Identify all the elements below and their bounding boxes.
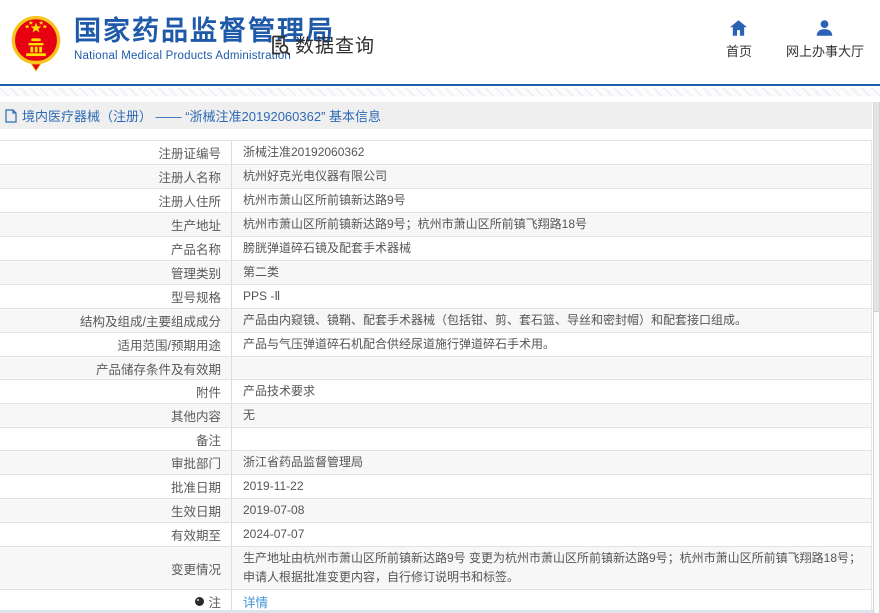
- data-query-label: 数据查询: [295, 31, 375, 58]
- page: 国家药品监督管理局 National Medical Products Admi…: [0, 0, 880, 613]
- row-label: 注册人名称: [0, 165, 232, 188]
- table-row: 适用范围/预期用途 产品与气压弹道碎石机配合供经尿道施行弹道碎石手术用。: [0, 333, 871, 357]
- row-label: 注: [0, 590, 232, 612]
- vertical-scrollbar[interactable]: [873, 102, 880, 613]
- row-value: 无: [232, 404, 871, 427]
- top-nav: 首页 网上办事大厅: [726, 20, 864, 60]
- row-value: 2019-11-22: [232, 475, 871, 498]
- table-row: 产品储存条件及有效期: [0, 357, 871, 380]
- person-icon: [816, 20, 833, 36]
- table-row: 管理类别 第二类: [0, 261, 871, 285]
- header-hatch-divider: [0, 88, 880, 96]
- registration-info-table: 注册证编号 浙械注准20192060362 注册人名称 杭州好克光电仪器有限公司…: [0, 140, 872, 613]
- document-search-icon: [268, 33, 292, 57]
- table-row: 变更情况 生产地址由杭州市萧山区所前镇新达路9号 变更为杭州市萧山区所前镇新达路…: [0, 547, 871, 590]
- table-row: 生产地址 杭州市萧山区所前镇新达路9号；杭州市萧山区所前镇飞翔路18号: [0, 213, 871, 237]
- table-row: 附件 产品技术要求: [0, 380, 871, 404]
- row-value: 产品由内窥镜、镜鞘、配套手术器械（包括钳、剪、套石篮、导丝和密封帽）和配套接口组…: [232, 309, 871, 332]
- table-row: 型号规格 PPS -Ⅱ: [0, 285, 871, 309]
- table-row: 备注: [0, 428, 871, 451]
- note-dot-icon: [195, 597, 204, 606]
- row-value: 杭州市萧山区所前镇新达路9号: [232, 189, 871, 212]
- table-row: 批准日期 2019-11-22: [0, 475, 871, 499]
- row-label: 其他内容: [0, 404, 232, 427]
- page-icon: [5, 109, 17, 123]
- nav-item-service-hall[interactable]: 网上办事大厅: [786, 20, 864, 60]
- row-label: 批准日期: [0, 475, 232, 498]
- row-value: 杭州市萧山区所前镇新达路9号；杭州市萧山区所前镇飞翔路18号: [232, 213, 871, 236]
- home-icon: [730, 20, 747, 36]
- row-value: 膀胱弹道碎石镜及配套手术器械: [232, 237, 871, 260]
- row-value: 第二类: [232, 261, 871, 284]
- table-row: 注册人名称 杭州好克光电仪器有限公司: [0, 165, 871, 189]
- row-value: 产品技术要求: [232, 380, 871, 403]
- row-value: PPS -Ⅱ: [232, 285, 871, 308]
- table-row: 有效期至 2024-07-07: [0, 523, 871, 547]
- table-row: 产品名称 膀胱弹道碎石镜及配套手术器械: [0, 237, 871, 261]
- table-row: 审批部门 浙江省药品监督管理局: [0, 451, 871, 475]
- detail-link[interactable]: 详情: [243, 592, 268, 611]
- row-label: 备注: [0, 428, 232, 450]
- nmpa-emblem-logo: [8, 14, 64, 72]
- table-row: 其他内容 无: [0, 404, 871, 428]
- row-label: 产品储存条件及有效期: [0, 357, 232, 379]
- nav-item-label: 网上办事大厅: [786, 41, 864, 60]
- row-label: 附件: [0, 380, 232, 403]
- row-value: 浙械注准20192060362: [232, 141, 871, 164]
- table-row: 结构及组成/主要组成成分 产品由内窥镜、镜鞘、配套手术器械（包括钳、剪、套石篮、…: [0, 309, 871, 333]
- row-label: 产品名称: [0, 237, 232, 260]
- row-label: 生效日期: [0, 499, 232, 522]
- row-label: 生产地址: [0, 213, 232, 236]
- row-label: 变更情况: [0, 547, 232, 589]
- row-value: 详情: [232, 590, 871, 612]
- row-label: 审批部门: [0, 451, 232, 474]
- table-row: 生效日期 2019-07-08: [0, 499, 871, 523]
- breadcrumb: 境内医疗器械（注册） —— “浙械注准20192060362” 基本信息: [0, 102, 872, 129]
- nav-item-label: 首页: [726, 41, 752, 60]
- row-value: 产品与气压弹道碎石机配合供经尿道施行弹道碎石手术用。: [232, 333, 871, 356]
- row-value: 2019-07-08: [232, 499, 871, 522]
- row-value: 浙江省药品监督管理局: [232, 451, 871, 474]
- row-label: 型号规格: [0, 285, 232, 308]
- scrollbar-thumb[interactable]: [874, 102, 879, 312]
- row-label: 管理类别: [0, 261, 232, 284]
- row-label: 注册证编号: [0, 141, 232, 164]
- row-label: 适用范围/预期用途: [0, 333, 232, 356]
- table-row: 注册人住所 杭州市萧山区所前镇新达路9号: [0, 189, 871, 213]
- row-value: 杭州好克光电仪器有限公司: [232, 165, 871, 188]
- national-emblem-icon: [8, 14, 64, 72]
- row-label: 有效期至: [0, 523, 232, 546]
- nav-item-home[interactable]: 首页: [726, 20, 752, 60]
- site-header: 国家药品监督管理局 National Medical Products Admi…: [0, 0, 880, 86]
- row-value: 2024-07-07: [232, 523, 871, 546]
- row-label: 结构及组成/主要组成成分: [0, 309, 232, 332]
- breadcrumb-text: 境内医疗器械（注册） —— “浙械注准20192060362” 基本信息: [22, 106, 381, 125]
- data-query-title[interactable]: 数据查询: [268, 31, 375, 58]
- row-value: [232, 428, 871, 450]
- row-value: [232, 357, 871, 379]
- row-value: 生产地址由杭州市萧山区所前镇新达路9号 变更为杭州市萧山区所前镇新达路9号；杭州…: [232, 547, 871, 589]
- table-row: 注册证编号 浙械注准20192060362: [0, 141, 871, 165]
- row-label: 注册人住所: [0, 189, 232, 212]
